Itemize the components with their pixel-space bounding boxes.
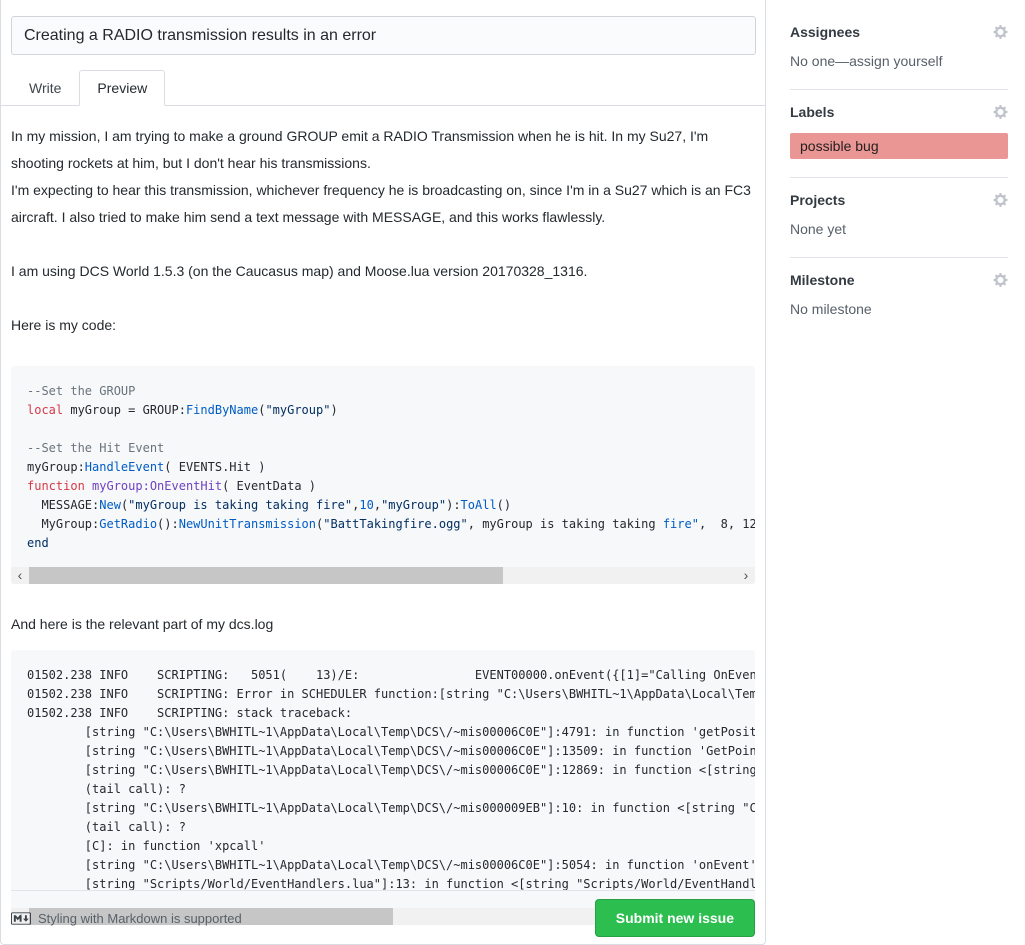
sidebar-section-labels: Labels possible bug bbox=[790, 90, 1008, 178]
issue-title-input[interactable] bbox=[11, 16, 756, 55]
new-issue-form: Write Preview In my mission, I am trying… bbox=[0, 0, 766, 945]
issue-body-text: I'm expecting to hear this transmission,… bbox=[11, 182, 751, 225]
projects-empty-text: None yet bbox=[790, 221, 846, 237]
markdown-note-text: Styling with Markdown is supported bbox=[38, 911, 242, 926]
gear-icon[interactable] bbox=[993, 104, 1008, 120]
code-block-content: --Set the GROUPlocal myGroup = GROUP:Fin… bbox=[11, 366, 755, 561]
code-horizontal-scrollbar[interactable]: ‹ › bbox=[11, 567, 755, 584]
scroll-right-icon[interactable]: › bbox=[737, 567, 755, 584]
issue-body-paragraph: Here is my code: bbox=[11, 312, 755, 339]
markdown-icon bbox=[11, 912, 31, 925]
dcs-log-block: 01502.238 INFO SCRIPTING: 5051( 13)/E: E… bbox=[11, 650, 755, 925]
issue-body-paragraph: I am using DCS World 1.5.3 (on the Cauca… bbox=[11, 258, 755, 285]
scrollbar-thumb[interactable] bbox=[29, 567, 503, 584]
tab-preview[interactable]: Preview bbox=[79, 70, 165, 106]
comment-tabnav: Write Preview bbox=[1, 70, 765, 106]
sidebar-section-assignees: Assignees No one—assign yourself bbox=[790, 10, 1008, 90]
sidebar-section-projects: Projects None yet bbox=[790, 178, 1008, 258]
preview-pane: In my mission, I am trying to make a gro… bbox=[1, 106, 765, 925]
gear-icon[interactable] bbox=[993, 272, 1008, 288]
gear-icon[interactable] bbox=[993, 192, 1008, 208]
sidebar-section-milestone: Milestone No milestone bbox=[790, 258, 1008, 337]
issue-body-paragraph: And here is the relevant part of my dcs.… bbox=[11, 611, 755, 638]
tab-write[interactable]: Write bbox=[11, 70, 79, 106]
milestone-title: Milestone bbox=[790, 272, 855, 288]
issue-body-paragraph: In my mission, I am trying to make a gro… bbox=[11, 123, 755, 231]
gear-icon[interactable] bbox=[993, 24, 1008, 40]
issue-sidebar: Assignees No one—assign yourself Labels … bbox=[790, 10, 1008, 337]
projects-title: Projects bbox=[790, 192, 845, 208]
markdown-note[interactable]: Styling with Markdown is supported bbox=[11, 911, 242, 926]
issue-body-text: In my mission, I am trying to make a gro… bbox=[11, 128, 708, 171]
form-footer: Styling with Markdown is supported Submi… bbox=[11, 890, 755, 937]
log-block-content: 01502.238 INFO SCRIPTING: 5051( 13)/E: E… bbox=[11, 650, 755, 902]
lua-code-block: --Set the GROUPlocal myGroup = GROUP:Fin… bbox=[11, 366, 755, 584]
milestone-empty-text: No milestone bbox=[790, 301, 872, 317]
assignees-empty-text[interactable]: No one—assign yourself bbox=[790, 53, 943, 69]
scroll-left-icon[interactable]: ‹ bbox=[11, 567, 29, 584]
assignees-title: Assignees bbox=[790, 24, 860, 40]
submit-new-issue-button[interactable]: Submit new issue bbox=[595, 899, 755, 937]
label-possible-bug[interactable]: possible bug bbox=[790, 133, 1008, 159]
labels-title: Labels bbox=[790, 104, 834, 120]
